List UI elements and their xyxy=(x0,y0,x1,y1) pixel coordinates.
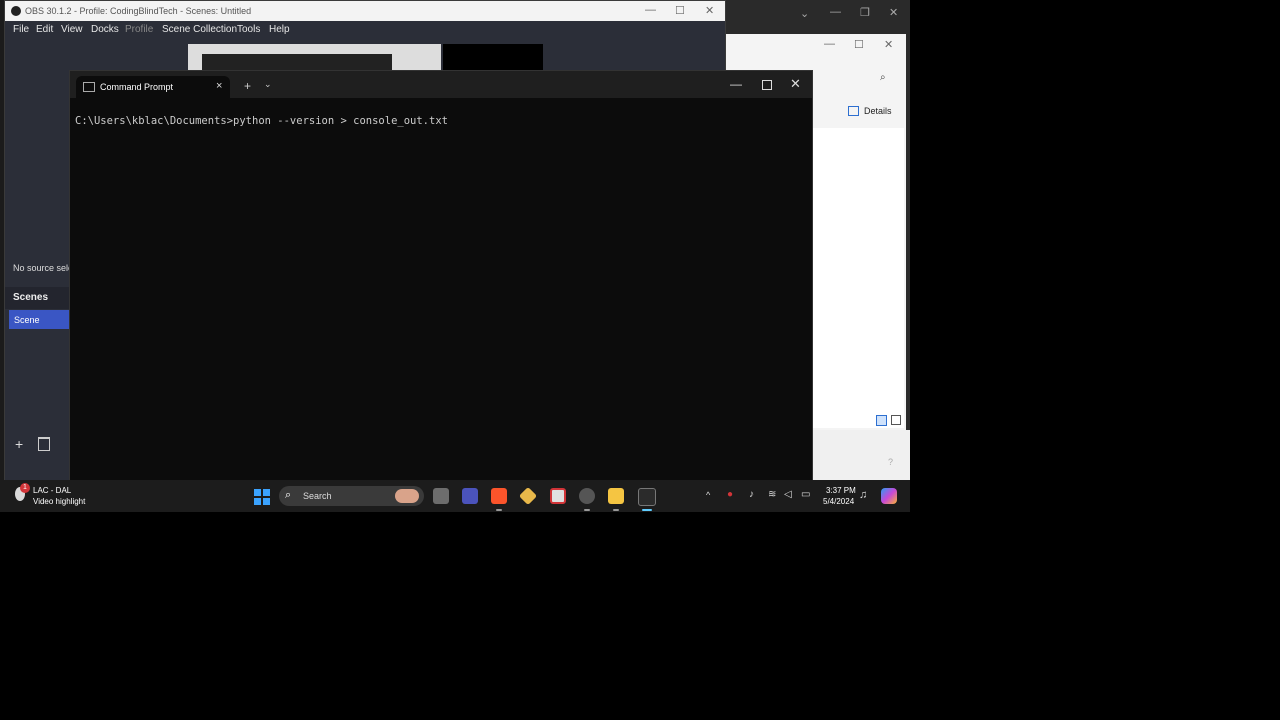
cmd-minimize-button[interactable]: — xyxy=(730,77,742,91)
taskbar-search[interactable]: ⌕ Search xyxy=(279,486,424,506)
console-command-line[interactable]: C:\Users\kblac\Documents>python --versio… xyxy=(75,115,448,127)
tiles-view-icon[interactable] xyxy=(891,415,901,425)
windows-start-icon[interactable] xyxy=(254,489,270,505)
cmd-icon xyxy=(83,82,95,92)
brave-icon[interactable] xyxy=(491,488,507,504)
pdf-reader-icon[interactable] xyxy=(550,488,566,504)
explorer-close-button[interactable]: ✕ xyxy=(884,38,893,51)
obs-title-bar: OBS 30.1.2 - Profile: CodingBlindTech - … xyxy=(5,1,725,21)
obs-preview xyxy=(188,44,441,72)
copilot-icon[interactable] xyxy=(881,488,897,504)
cmd-tab[interactable]: Command Prompt × xyxy=(76,76,230,98)
cmd-close-button[interactable]: ✕ xyxy=(790,76,801,92)
no-source-label: No source sele xyxy=(13,263,74,273)
bell-icon[interactable]: ♫ xyxy=(859,489,867,501)
add-scene-button[interactable]: + xyxy=(15,436,23,452)
taskbar: 1 LAC - DAL Video highlight ⌕ Search ^ ●… xyxy=(0,480,910,512)
details-button[interactable]: Details xyxy=(864,106,892,116)
help-icon[interactable]: ? xyxy=(888,457,893,467)
chevron-down-icon[interactable]: ⌄ xyxy=(264,79,272,90)
battery-icon[interactable]: ▭ xyxy=(801,489,810,500)
chrome-icon[interactable] xyxy=(579,488,595,504)
new-tab-button[interactable]: + xyxy=(244,79,251,93)
command-prompt-window: Command Prompt × + ⌄ — ✕ C:\Users\kblac\… xyxy=(69,70,813,482)
scene-list-item[interactable]: Scene xyxy=(9,310,71,329)
notification-badge: 1 xyxy=(20,483,30,493)
cmd-tab-title: Command Prompt xyxy=(100,82,174,92)
search-placeholder: Search xyxy=(303,491,332,501)
trash-icon[interactable] xyxy=(38,437,50,451)
desktop: ⌄ — ❐ ✕ — ☐ ✕ ⌕ Details ? OBS 30.1.2 - P… xyxy=(0,0,910,512)
details-view-icon[interactable] xyxy=(876,415,887,426)
chevron-down-icon[interactable]: ⌄ xyxy=(800,7,809,20)
notification-title[interactable]: LAC - DAL xyxy=(33,486,71,495)
chevron-up-icon[interactable]: ^ xyxy=(706,490,710,500)
details-pane-icon xyxy=(848,106,859,116)
search-highlight-image xyxy=(395,489,419,503)
teams-icon[interactable] xyxy=(462,488,478,504)
explorer-maximize-button[interactable]: ☐ xyxy=(854,38,864,51)
obs-window-title: OBS 30.1.2 - Profile: CodingBlindTech - … xyxy=(25,6,252,16)
microphone-icon[interactable]: ♪ xyxy=(749,489,754,500)
explorer-minimize-button[interactable]: — xyxy=(824,38,835,50)
notification-subtitle[interactable]: Video highlight xyxy=(33,497,85,506)
search-icon[interactable]: ⌕ xyxy=(880,72,886,83)
menu-profile[interactable]: Profile xyxy=(125,24,153,35)
scene-item-label: Scene xyxy=(14,315,40,325)
obs-close-button[interactable]: ✕ xyxy=(705,4,714,17)
scenes-dock-header: Scenes xyxy=(5,287,71,309)
obs-menu-bar: File Edit View Docks Profile Scene Colle… xyxy=(5,21,725,39)
cmd-tab-bar: Command Prompt × + ⌄ — ✕ xyxy=(70,71,812,98)
task-view-icon[interactable] xyxy=(433,488,449,504)
search-icon: ⌕ xyxy=(285,489,292,501)
volume-icon[interactable]: ◁ xyxy=(784,489,792,500)
menu-view[interactable]: View xyxy=(61,24,83,35)
menu-tools[interactable]: Tools xyxy=(237,24,260,35)
record-icon[interactable]: ● xyxy=(727,489,733,500)
obs-logo-icon xyxy=(11,6,21,16)
cmd-maximize-button[interactable] xyxy=(762,80,772,90)
tab-close-icon[interactable]: × xyxy=(216,80,222,92)
minimize-button[interactable]: — xyxy=(830,6,841,18)
obs-preview-black xyxy=(443,44,543,72)
file-explorer-icon[interactable] xyxy=(608,488,624,504)
close-button[interactable]: ✕ xyxy=(889,6,898,19)
menu-edit[interactable]: Edit xyxy=(36,24,53,35)
explorer-content xyxy=(812,128,904,428)
menu-scene-collection[interactable]: Scene Collection xyxy=(162,24,237,35)
scenes-title: Scenes xyxy=(13,292,49,303)
git-icon[interactable] xyxy=(518,486,538,506)
wifi-icon[interactable]: ≋ xyxy=(768,489,776,500)
clock-date[interactable]: 5/4/2024 xyxy=(823,497,854,506)
obs-minimize-button[interactable]: — xyxy=(645,4,656,16)
menu-file[interactable]: File xyxy=(13,24,29,35)
terminal-icon[interactable] xyxy=(638,488,656,506)
menu-help[interactable]: Help xyxy=(269,24,290,35)
menu-docks[interactable]: Docks xyxy=(91,24,119,35)
clock-time[interactable]: 3:37 PM xyxy=(826,486,856,495)
obs-maximize-button[interactable]: ☐ xyxy=(675,4,685,17)
restore-button[interactable]: ❐ xyxy=(860,6,870,19)
